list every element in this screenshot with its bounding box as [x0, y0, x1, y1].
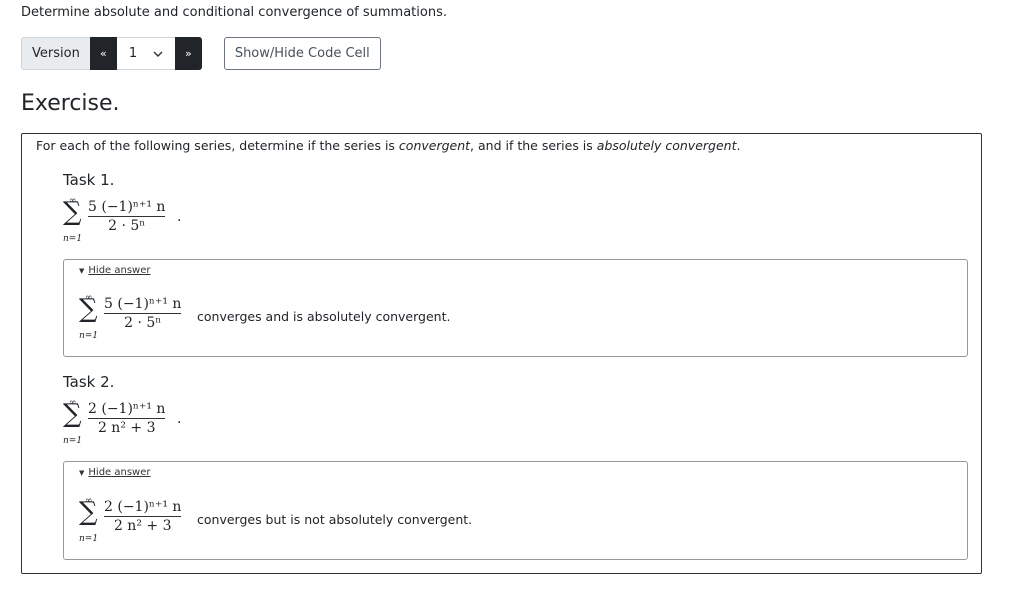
fraction-numerator: 5 (−1)ⁿ⁺¹ n: [88, 199, 166, 215]
task-1-title: Task 1.: [63, 171, 115, 189]
hide-answer-toggle[interactable]: ▼ Hide answer: [79, 467, 151, 478]
task-1-fraction: 5 (−1)ⁿ⁺¹ n 2 · 5ⁿ: [88, 199, 166, 234]
fraction-denominator: 2 n² + 3: [113, 518, 172, 534]
exercise-title: Exercise.: [21, 91, 120, 116]
chevron-down-icon: [153, 51, 163, 57]
show-hide-code-button[interactable]: Show/Hide Code Cell: [223, 37, 381, 70]
triangle-down-icon: ▼: [79, 469, 85, 477]
sigma-symbol: ∑: [63, 197, 82, 227]
task-2-answer-panel: ▼ Hide answer ∞ ∑ n=1 2 (−1)ⁿ⁺¹ n 2 n² + …: [63, 461, 968, 560]
next-version-button[interactable]: »: [174, 37, 202, 70]
triangle-down-icon: ▼: [79, 267, 85, 275]
task-1-formula: ∞ ∑ n=1 5 (−1)ⁿ⁺¹ n 2 · 5ⁿ .: [63, 196, 223, 246]
answer-fraction: 2 (−1)ⁿ⁺¹ n 2 n² + 3: [104, 499, 182, 534]
version-label: Version: [21, 37, 90, 70]
version-select-value: 1: [128, 46, 138, 61]
sigma-symbol: ∑: [79, 294, 98, 324]
task-1-answer-panel: ▼ Hide answer ∞ ∑ n=1 5 (−1)ⁿ⁺¹ n 2 · 5ⁿ …: [63, 259, 968, 357]
version-select[interactable]: 1: [116, 37, 175, 70]
answer-fraction: 5 (−1)ⁿ⁺¹ n 2 · 5ⁿ: [104, 296, 182, 331]
task-2-fraction: 2 (−1)ⁿ⁺¹ n 2 n² + 3: [88, 401, 166, 436]
hide-answer-toggle[interactable]: ▼ Hide answer: [79, 265, 151, 276]
fraction-numerator: 2 (−1)ⁿ⁺¹ n: [88, 401, 166, 417]
sum-lower: n=1: [63, 234, 83, 244]
fraction-numerator: 2 (−1)ⁿ⁺¹ n: [104, 499, 182, 515]
task-2-formula: ∞ ∑ n=1 2 (−1)ⁿ⁺¹ n 2 n² + 3 .: [63, 398, 223, 448]
version-toolbar: Version « 1 » Show/Hide Code Cell: [21, 37, 381, 70]
sum-lower: n=1: [63, 436, 83, 446]
formula-period: .: [177, 411, 182, 427]
task-2-answer-formula: ∞ ∑ n=1 2 (−1)ⁿ⁺¹ n 2 n² + 3: [79, 496, 209, 546]
fraction-denominator: 2 · 5ⁿ: [108, 218, 146, 234]
sum-lower: n=1: [79, 331, 99, 341]
task-1-answer-formula: ∞ ∑ n=1 5 (−1)ⁿ⁺¹ n 2 · 5ⁿ: [79, 293, 209, 343]
fraction-numerator: 5 (−1)ⁿ⁺¹ n: [104, 296, 182, 312]
task-2-title: Task 2.: [63, 373, 115, 391]
sigma-symbol: ∑: [63, 399, 82, 429]
fraction-denominator: 2 · 5ⁿ: [124, 315, 162, 331]
intro-text: Determine absolute and conditional conve…: [21, 5, 447, 20]
exercise-box: For each of the following series, determ…: [21, 133, 982, 574]
fraction-denominator: 2 n² + 3: [97, 420, 156, 436]
exercise-statement: For each of the following series, determ…: [36, 138, 741, 153]
task-1-answer-text: converges and is absolutely convergent.: [197, 309, 451, 324]
sigma-symbol: ∑: [79, 497, 98, 527]
sum-lower: n=1: [79, 534, 99, 544]
previous-version-button[interactable]: «: [89, 37, 117, 70]
formula-period: .: [177, 209, 182, 225]
task-2-answer-text: converges but is not absolutely converge…: [197, 512, 473, 527]
